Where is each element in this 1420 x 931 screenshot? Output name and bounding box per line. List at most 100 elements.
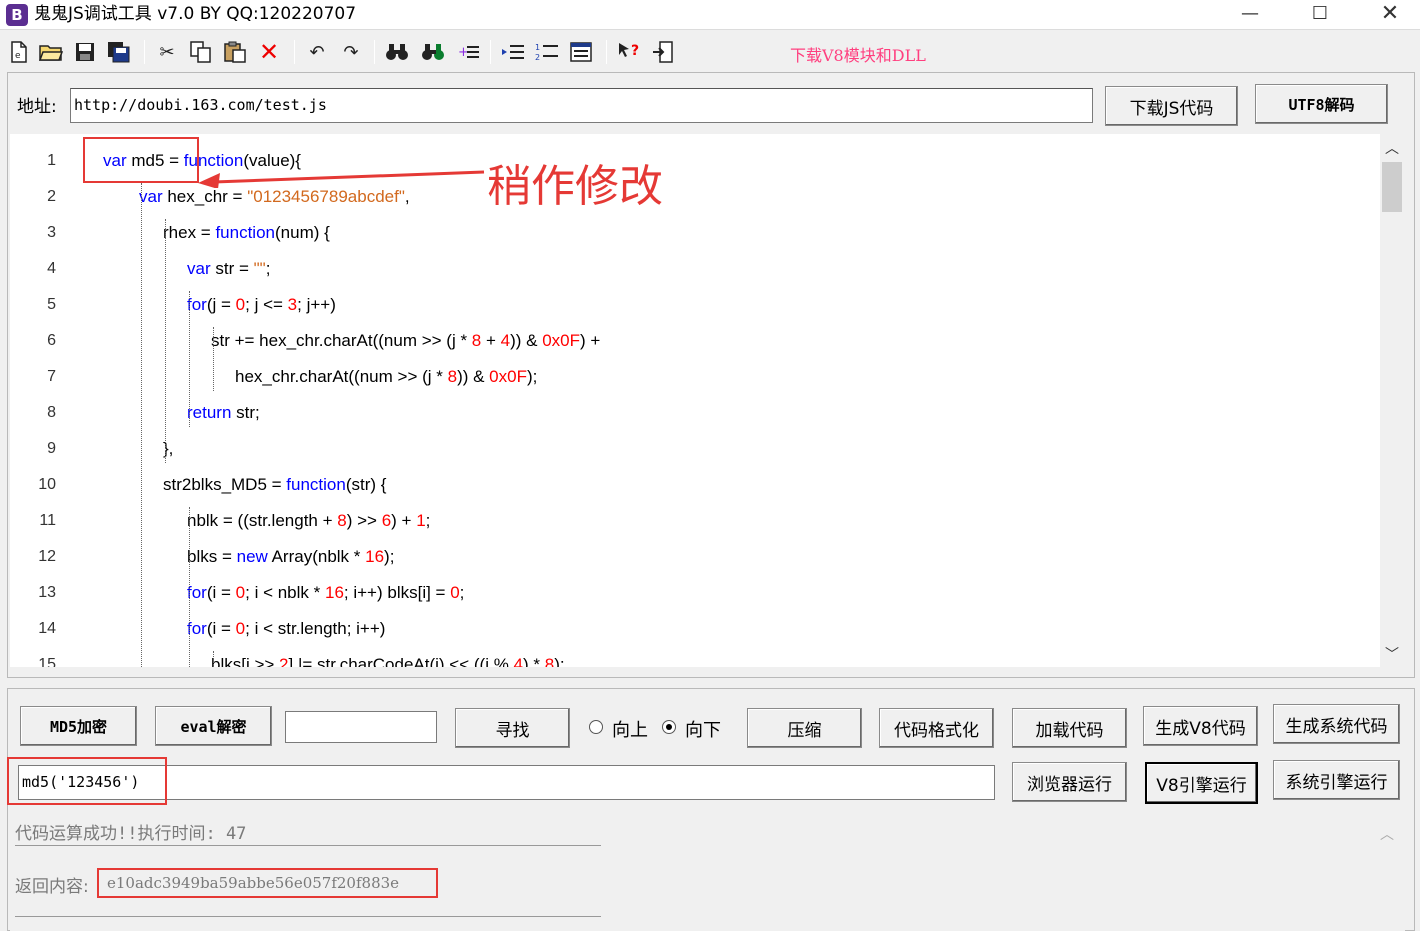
code-line: 15 blks[i >> 2] |= str.charCodeAt(i) << (… (10, 647, 1380, 667)
load-code-button[interactable]: 加载代码 (1012, 708, 1127, 748)
save-all-icon[interactable] (106, 39, 132, 65)
toolbar: e ✂ ✕ ↶ ↷ + 1 2 ? 下载V8模块和DLL (0, 34, 1420, 68)
code-text: for(i = 0; i < nblk * 16; i++) blks[i] =… (187, 583, 465, 602)
radio-up-label: 向上 (612, 720, 648, 741)
code-line: 12 blks = new Array(nblk * 16); (10, 539, 1380, 575)
indent-guide (213, 327, 214, 391)
code-text: for(i = 0; i < str.length; i++) (187, 619, 386, 638)
code-line: 5 for(j = 0; j <= 3; j++) (10, 287, 1380, 323)
code-line: 3 rhex = function(num) { (10, 215, 1380, 251)
radio-up[interactable] (589, 720, 603, 734)
output-divider (15, 845, 601, 846)
code-line: 13 for(i = 0; i < nblk * 16; i++) blks[i]… (10, 575, 1380, 611)
output-divider (15, 916, 601, 917)
code-line: 10 str2blks_MD5 = function(str) { (10, 467, 1380, 503)
v8-engine-run-button[interactable]: V8引擎运行 (1145, 762, 1258, 804)
code-line: 14 for(i = 0; i < str.length; i++) (10, 611, 1380, 647)
annotation-box-command (7, 757, 167, 805)
app-logo-icon: B (6, 4, 28, 26)
compress-button[interactable]: 压缩 (747, 708, 862, 748)
scroll-up-icon[interactable]: ︿ (1380, 138, 1404, 160)
line-number: 10 (38, 476, 56, 493)
indent-guide (213, 651, 214, 667)
paste-icon[interactable] (222, 39, 248, 65)
radio-down-label: 向下 (685, 720, 721, 741)
scroll-thumb[interactable] (1382, 162, 1402, 212)
line-number: 2 (47, 188, 56, 205)
code-line: 7 hex_chr.charAt((num >> (j * 8)) & 0x0F)… (10, 359, 1380, 395)
svg-text:e: e (15, 51, 21, 61)
copy-icon[interactable] (188, 39, 214, 65)
result-label: 返回内容: (15, 877, 89, 897)
md5-encrypt-button[interactable]: MD5加密 (20, 706, 137, 746)
annotation-box-md5 (83, 137, 199, 183)
annotation-text: 稍作修改 (487, 161, 663, 212)
search-input[interactable] (285, 711, 437, 743)
find-button[interactable]: 寻找 (455, 708, 570, 748)
line-number: 6 (47, 332, 56, 349)
generate-system-code-button[interactable]: 生成系统代码 (1273, 704, 1400, 744)
new-file-icon[interactable]: e (6, 39, 32, 65)
code-editor[interactable]: 1 var md5 = function(value){2 var hex_chr … (10, 134, 1380, 667)
eval-decrypt-button[interactable]: eval解密 (155, 706, 272, 746)
radio-down[interactable] (662, 720, 676, 734)
annotation-box-result (97, 868, 438, 898)
generate-v8-code-button[interactable]: 生成V8代码 (1143, 706, 1258, 746)
code-text: return str; (187, 403, 260, 422)
address-input[interactable]: http://doubi.163.com/test.js (70, 88, 1093, 123)
line-number: 9 (47, 440, 56, 457)
browser-run-button[interactable]: 浏览器运行 (1012, 762, 1127, 802)
scroll-down-icon[interactable]: ﹀ (1380, 644, 1404, 666)
replace-icon[interactable]: + (456, 39, 482, 65)
find-next-icon[interactable] (420, 39, 446, 65)
delete-icon[interactable]: ✕ (256, 38, 282, 66)
indent-guide (165, 219, 166, 463)
indent-icon[interactable] (500, 39, 526, 65)
cut-icon[interactable]: ✂ (154, 39, 180, 65)
window-icon[interactable] (568, 39, 594, 65)
code-text: nblk = ((str.length + 8) >> 6) + 1; (187, 511, 431, 530)
code-text: blks = new Array(nblk * 16); (187, 547, 395, 566)
maximize-button[interactable]: ☐ (1285, 0, 1355, 30)
find-icon[interactable] (384, 39, 410, 65)
minimize-button[interactable]: — (1215, 0, 1285, 30)
open-folder-icon[interactable] (38, 39, 64, 65)
utf8-decode-button[interactable]: UTF8解码 (1255, 84, 1388, 124)
code-line: 9}, (10, 431, 1380, 467)
toolbar-separator (144, 40, 145, 64)
code-text: hex_chr.charAt((num >> (j * 8)) & 0x0F); (235, 367, 538, 386)
toolbar-separator (490, 40, 491, 64)
close-button[interactable]: ✕ (1355, 0, 1420, 30)
format-code-button[interactable]: 代码格式化 (879, 708, 994, 748)
numbered-list-icon[interactable]: 12 (534, 39, 560, 65)
code-text: for(j = 0; j <= 3; j++) (187, 295, 336, 314)
redo-icon[interactable]: ↷ (338, 39, 364, 65)
code-line: 8 return str; (10, 395, 1380, 431)
line-number: 8 (47, 404, 56, 421)
system-engine-run-button[interactable]: 系统引擎运行 (1273, 760, 1400, 800)
indent-guide (189, 507, 190, 667)
window-title: 鬼鬼JS调试工具 v7.0 BY QQ:120220707 (34, 4, 357, 24)
annotation-arrow (198, 170, 485, 188)
undo-icon[interactable]: ↶ (304, 39, 330, 65)
code-line: 6 str += hex_chr.charAt((num >> (j * 8 + … (10, 323, 1380, 359)
editor-scrollbar[interactable]: ︿ ﹀ (1380, 134, 1404, 667)
output-scroll-up-icon[interactable]: ︿ (1380, 824, 1394, 844)
line-number: 13 (38, 584, 56, 601)
status-text: 代码运算成功!!执行时间: 47 (15, 824, 247, 844)
save-icon[interactable] (72, 39, 98, 65)
download-v8-link[interactable]: 下载V8模块和DLL (790, 42, 926, 66)
help-icon[interactable]: ? (616, 39, 642, 65)
line-number: 3 (47, 224, 56, 241)
line-number: 4 (47, 260, 56, 277)
download-js-button[interactable]: 下载JS代码 (1105, 86, 1238, 126)
line-number: 14 (38, 620, 56, 637)
line-number: 1 (47, 152, 56, 169)
line-number: 15 (38, 656, 56, 667)
exit-icon[interactable] (650, 39, 676, 65)
toolbar-separator (374, 40, 375, 64)
code-text: var str = ""; (187, 259, 271, 278)
toolbar-separator (606, 40, 607, 64)
line-number: 5 (47, 296, 56, 313)
line-number: 7 (47, 368, 56, 385)
